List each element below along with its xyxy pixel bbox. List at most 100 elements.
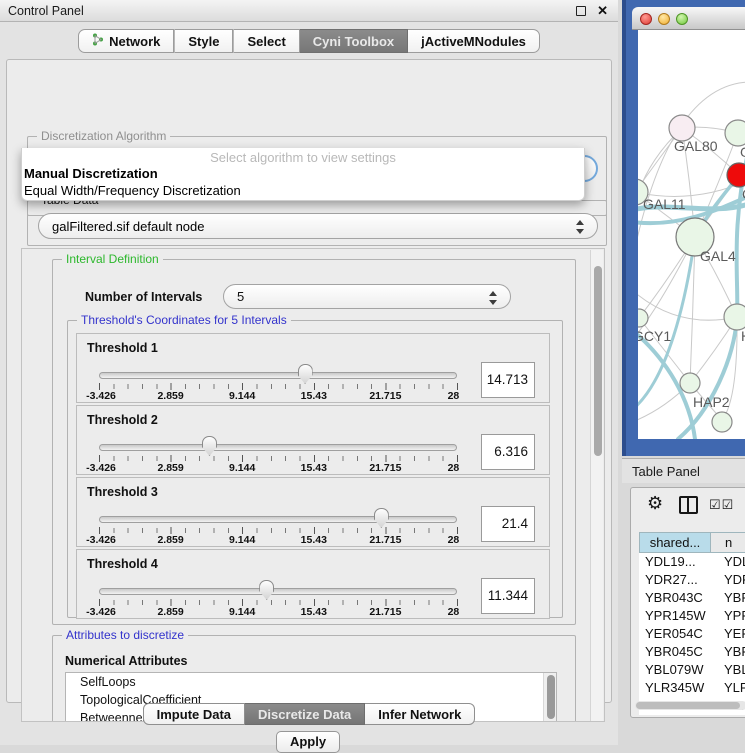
- dropdown-option-manual-discretization[interactable]: Manual Discretization: [22, 165, 584, 182]
- cell[interactable]: YBR045C: [639, 643, 710, 661]
- table-row[interactable]: YPR145WYPR1: [639, 607, 745, 625]
- node-label: GCY1: [638, 328, 671, 344]
- panel-title: Control Panel: [8, 4, 84, 18]
- algorithm-dropdown-popup: Select algorithm to view settings Manual…: [21, 148, 585, 201]
- float-icon[interactable]: [576, 6, 586, 16]
- interval-definition-group: Interval Definition Number of Intervals …: [52, 259, 576, 625]
- tab-label: Style: [188, 34, 219, 49]
- cell[interactable]: YLR345W: [639, 679, 710, 697]
- tick-label: 2.859: [157, 606, 183, 618]
- slider-thumb[interactable]: [202, 436, 217, 456]
- node-hap2[interactable]: [680, 373, 700, 393]
- cell[interactable]: YER054C: [639, 625, 710, 643]
- slider-thumb[interactable]: [374, 508, 389, 528]
- cell[interactable]: YDR2: [710, 571, 745, 589]
- zoom-traffic-light-icon[interactable]: [676, 13, 688, 25]
- control-panel: Control Panel ✕ Network Style Select Cyn…: [0, 0, 618, 745]
- slider-tick-labels: -3.426 2.859 9.144 15.43 21.715 28: [99, 390, 457, 402]
- cell[interactable]: YBR043C: [639, 589, 710, 607]
- threshold-value-field[interactable]: 11.344: [481, 578, 535, 614]
- table-row[interactable]: YBR045CYBR0: [639, 643, 745, 661]
- close-traffic-light-icon[interactable]: [640, 13, 652, 25]
- tab-label: Cyni Toolbox: [313, 34, 394, 49]
- node-bottom-partial[interactable]: [712, 412, 732, 432]
- tick-label: 9.144: [229, 462, 255, 474]
- tick-label: 15.43: [301, 462, 327, 474]
- select-columns-icon[interactable]: ☑☑: [709, 497, 734, 513]
- tick-label: 21.715: [369, 534, 401, 546]
- tick-label: 15.43: [301, 390, 327, 402]
- stepper-arrows-icon: [576, 219, 585, 235]
- threshold-slider[interactable]: -3.426 2.859 9.144 15.43 21.715 28: [99, 334, 457, 404]
- settings-panel-scrollbar[interactable]: [590, 250, 603, 722]
- dropdown-option-equal-width-frequency[interactable]: Equal Width/Frequency Discretization: [22, 182, 584, 199]
- tab-jactivemnodules[interactable]: jActiveMNodules: [408, 29, 540, 53]
- tab-infer-network[interactable]: Infer Network: [365, 703, 475, 725]
- cell[interactable]: YLR3: [710, 679, 745, 697]
- table-horizontal-scrollbar[interactable]: [635, 701, 745, 710]
- apply-button[interactable]: Apply: [276, 731, 340, 753]
- gear-icon[interactable]: ⚙: [647, 493, 663, 514]
- network-window-titlebar[interactable]: [632, 7, 745, 30]
- cell[interactable]: YBL0: [710, 661, 745, 679]
- slider-thumb[interactable]: [298, 364, 313, 384]
- threshold-row: Threshold 4 -3.426 2.859 9.144: [76, 549, 550, 619]
- tab-network[interactable]: Network: [78, 29, 174, 53]
- cell[interactable]: YBR0: [710, 643, 745, 661]
- slider-track[interactable]: [99, 516, 457, 523]
- threshold-slider[interactable]: -3.426 2.859 9.144 15.43 21.715 28: [99, 550, 457, 620]
- cell[interactable]: YDL19...: [639, 553, 710, 571]
- table-row[interactable]: YER054CYER0: [639, 625, 745, 643]
- threshold-value-field[interactable]: 21.4: [481, 506, 535, 542]
- slider-track[interactable]: [99, 372, 457, 379]
- slider-track[interactable]: [99, 588, 457, 595]
- cell[interactable]: YDR27...: [639, 571, 710, 589]
- numerical-attributes-label: Numerical Attributes: [65, 654, 187, 668]
- slider-track[interactable]: [99, 444, 457, 451]
- threshold-slider[interactable]: -3.426 2.859 9.144 15.43 21.715 28: [99, 406, 457, 476]
- app-root: Control Panel ✕ Network Style Select Cyn…: [0, 0, 745, 745]
- column-header-name[interactable]: n: [711, 533, 745, 552]
- column-header-shared-name[interactable]: shared...: [640, 533, 711, 552]
- tick-label: -3.426: [86, 534, 116, 546]
- node-top-right[interactable]: [725, 120, 745, 146]
- columns-icon[interactable]: [679, 496, 698, 514]
- list-item[interactable]: SelfLoops: [66, 673, 556, 691]
- slider-thumb[interactable]: [259, 580, 274, 600]
- group-title: Threshold's Coordinates for 5 Intervals: [77, 313, 291, 327]
- cell[interactable]: YPR1: [710, 607, 745, 625]
- table-data-combobox[interactable]: galFiltered.sif default node: [38, 213, 598, 239]
- cell[interactable]: YBR0: [710, 589, 745, 607]
- cell[interactable]: YBL079W: [639, 661, 710, 679]
- tab-discretize-data[interactable]: Discretize Data: [245, 703, 365, 725]
- table-row[interactable]: YDR27...YDR2: [639, 571, 745, 589]
- node-h[interactable]: [724, 304, 745, 330]
- threshold-slider[interactable]: -3.426 2.859 9.144 15.43 21.715 28: [99, 478, 457, 548]
- minimize-traffic-light-icon[interactable]: [658, 13, 670, 25]
- tick-label: 2.859: [157, 534, 183, 546]
- tab-cyni-toolbox[interactable]: Cyni Toolbox: [300, 29, 408, 53]
- number-of-intervals-label: Number of Intervals: [85, 290, 202, 304]
- network-canvas[interactable]: GAL80 G C GAL11 GAL4 GCY1 H HAP2: [638, 30, 745, 439]
- cell[interactable]: YDL1: [710, 553, 745, 571]
- node-red-selected[interactable]: [727, 163, 745, 187]
- table-row[interactable]: YDL19...YDL1: [639, 553, 745, 571]
- table-row[interactable]: YBR043CYBR0: [639, 589, 745, 607]
- control-panel-titlebar: Control Panel ✕: [0, 0, 618, 22]
- close-icon[interactable]: ✕: [597, 3, 608, 19]
- table-row[interactable]: YLR345WYLR3: [639, 679, 745, 697]
- cell[interactable]: YER0: [710, 625, 745, 643]
- tab-label: Select: [247, 34, 285, 49]
- tab-impute-data[interactable]: Impute Data: [143, 703, 245, 725]
- threshold-value-field[interactable]: 6.316: [481, 434, 535, 470]
- table-toolbar: ⚙ ☑☑: [631, 488, 745, 522]
- table-row[interactable]: YBL079WYBL0: [639, 661, 745, 679]
- node-gcy1[interactable]: [638, 309, 648, 327]
- tab-style[interactable]: Style: [175, 29, 233, 53]
- dropdown-prompt: Select algorithm to view settings: [22, 148, 584, 165]
- tab-select[interactable]: Select: [234, 29, 299, 53]
- cell[interactable]: YPR145W: [639, 607, 710, 625]
- threshold-value-field[interactable]: 14.713: [481, 362, 535, 398]
- number-of-intervals-spinner[interactable]: 5: [223, 284, 511, 309]
- tick-label: -3.426: [86, 462, 116, 474]
